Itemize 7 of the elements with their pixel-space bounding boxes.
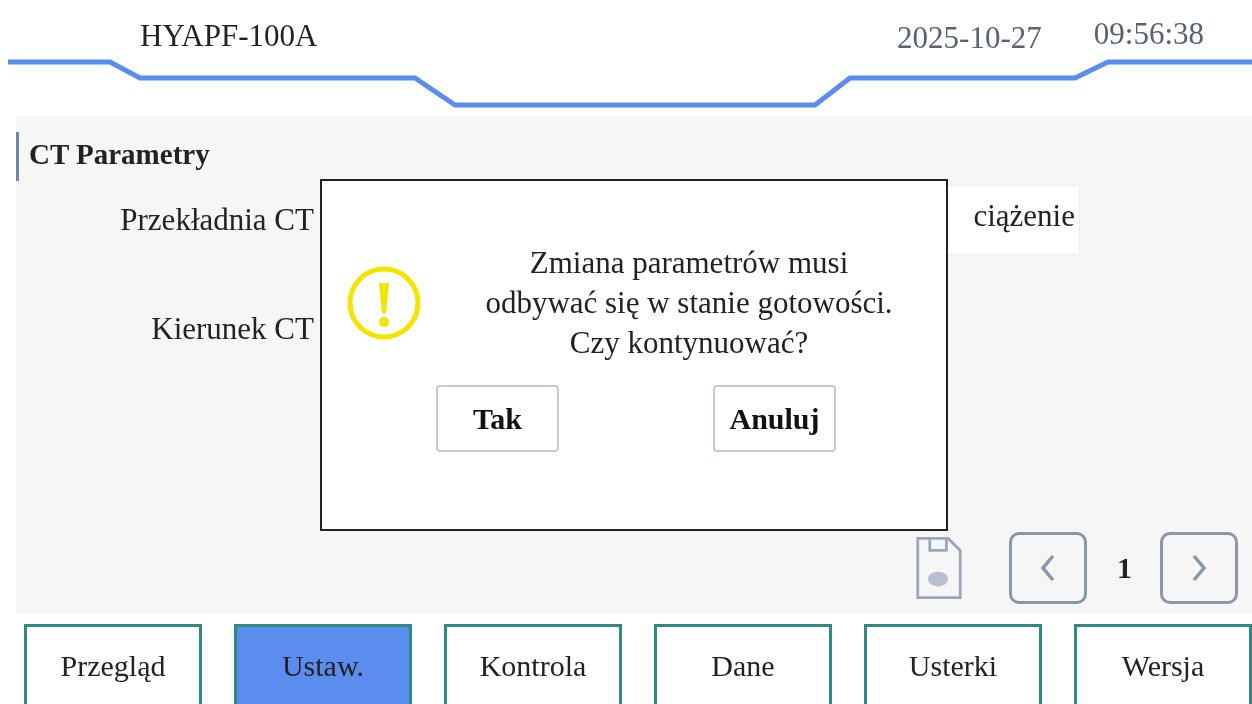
section-title: CT Parametry — [16, 132, 210, 181]
time-text: 09:56:38 — [1093, 16, 1204, 52]
device-title: HYAPF-100A — [140, 18, 318, 54]
field-label: Przekładnia CT — [120, 202, 314, 238]
page-number: 1 — [1117, 551, 1132, 585]
field-label: Kierunek CT — [151, 311, 314, 347]
date-text: 2025-10-27 — [897, 20, 1042, 56]
